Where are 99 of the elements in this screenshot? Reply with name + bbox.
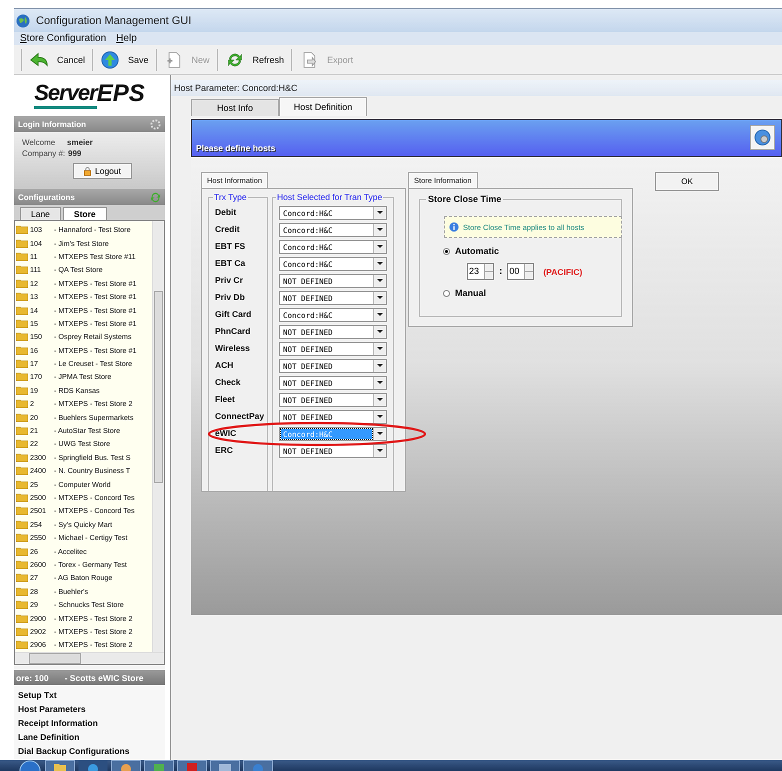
time-separator: :	[499, 266, 502, 277]
folder-icon	[16, 533, 28, 542]
folder-icon	[16, 586, 28, 596]
time-zone: (PACIFIC)	[543, 266, 582, 276]
upload-icon	[100, 50, 120, 68]
column-header: Host Selected for Tran Type	[276, 192, 384, 202]
info-icon	[449, 222, 459, 232]
cancel-button[interactable]: Cancel	[25, 46, 90, 72]
trx-type-label: EBT Ca	[214, 257, 246, 270]
folder-icon	[16, 506, 28, 516]
trx-type-label: PhnCard	[214, 325, 252, 338]
tab[interactable]: Store	[62, 207, 107, 220]
folder-icon	[16, 346, 28, 355]
window-title: Configuration Management GUI	[36, 14, 192, 26]
folder-icon	[16, 399, 28, 408]
trx-type-label: eWIC	[214, 427, 238, 440]
folder-icon[interactable]	[45, 760, 75, 771]
trx-type-label: Check	[214, 376, 242, 389]
scrollbar[interactable]	[15, 652, 164, 664]
section-header: Configurations	[14, 189, 165, 205]
folder-icon	[16, 466, 28, 476]
start-button[interactable]	[18, 760, 42, 771]
arrow-icon	[29, 50, 49, 68]
nav-link[interactable]: Host Parameters	[18, 702, 165, 716]
folder-icon	[16, 278, 28, 288]
trx-type-label: Fleet	[214, 393, 236, 406]
folder-icon	[16, 292, 28, 302]
tab[interactable]: Host Definition	[279, 97, 367, 116]
banner: Please define hosts	[191, 119, 782, 157]
logo: ServerEPS	[14, 75, 165, 116]
nav-link[interactable]: Lane Definition	[18, 730, 165, 744]
folder-icon	[16, 332, 28, 342]
folder-icon	[16, 439, 28, 448]
folder-icon	[16, 265, 28, 274]
hour-spinner[interactable]: 23	[467, 263, 494, 280]
menu-item[interactable]: Help	[116, 33, 137, 44]
folder-icon	[16, 318, 28, 328]
welcome-label: Welcome	[22, 138, 56, 147]
refresh-icon[interactable]	[150, 192, 161, 202]
minute-spinner[interactable]: 00	[507, 263, 534, 280]
folder-icon	[16, 600, 28, 610]
trx-type-label: ERC	[214, 444, 234, 457]
folder-icon	[16, 225, 28, 234]
folder-icon	[16, 640, 28, 650]
logout-button[interactable]: Logout	[73, 163, 132, 179]
folder-icon	[16, 573, 28, 582]
tab[interactable]: Lane	[20, 207, 61, 220]
user-name: smeier	[67, 138, 93, 147]
column-header: Trx Type	[213, 192, 248, 202]
folder-icon	[16, 560, 28, 569]
folder-icon	[16, 480, 28, 489]
company-label: Company #:	[22, 149, 66, 158]
folder-icon	[16, 546, 28, 556]
section-header: Login Information	[14, 116, 165, 132]
folder-icon	[16, 520, 28, 529]
trx-type-label: ACH	[214, 359, 234, 372]
nav-link[interactable]: Receipt Information	[18, 716, 165, 730]
refresh-button[interactable]: Refresh	[220, 46, 288, 72]
trx-type-label: Priv Cr	[214, 274, 244, 287]
trx-type-label: Wireless	[214, 342, 251, 355]
trx-type-label: ConnectPay	[214, 410, 266, 423]
folder-icon	[16, 238, 28, 248]
lock-icon	[84, 166, 91, 176]
trx-type-label: Gift Card	[214, 308, 252, 321]
nav-link[interactable]: Dial Backup Configurations	[18, 744, 165, 758]
globe-icon	[16, 14, 30, 28]
save-button[interactable]: Save	[96, 46, 153, 72]
current-store-bar: ore: 100 - Scotts eWIC Store	[14, 670, 165, 685]
folder-icon	[16, 493, 28, 502]
folder-icon	[16, 372, 28, 382]
folder-icon	[16, 614, 28, 623]
app-icon[interactable]	[144, 760, 174, 771]
folder-icon	[16, 626, 28, 636]
menu-item[interactable]: Store Configuration	[20, 33, 106, 44]
radio-button[interactable]: Automatic	[443, 246, 621, 256]
folder-icon	[16, 412, 28, 422]
trx-type-label: EBT FS	[214, 240, 246, 253]
folder-icon	[16, 452, 28, 462]
folder-icon	[16, 252, 28, 261]
app-icon[interactable]	[210, 760, 240, 771]
folder-icon	[16, 426, 28, 436]
app-icon[interactable]	[111, 760, 141, 771]
radio-button[interactable]: Manual	[443, 288, 621, 298]
globe-icon[interactable]	[243, 760, 273, 771]
tab[interactable]: Host Info	[191, 99, 279, 116]
browser-icon[interactable]	[78, 760, 108, 771]
trx-type-label: Debit	[214, 206, 238, 219]
trx-type-label: Priv Db	[214, 291, 246, 304]
folder-icon	[16, 359, 28, 368]
app-icon[interactable]	[177, 760, 207, 771]
folder-icon	[16, 306, 28, 315]
company-number: 999	[68, 149, 82, 158]
folder-icon	[16, 386, 28, 395]
panel-title: Host Parameter: Concord:H&C	[171, 80, 782, 96]
trx-type-label: Credit	[214, 223, 241, 236]
nav-link[interactable]: Setup Txt	[18, 688, 165, 702]
scrollbar[interactable]	[152, 221, 164, 652]
ok-button[interactable]: OK	[655, 172, 719, 191]
group-title: Store Close Time	[426, 194, 504, 204]
